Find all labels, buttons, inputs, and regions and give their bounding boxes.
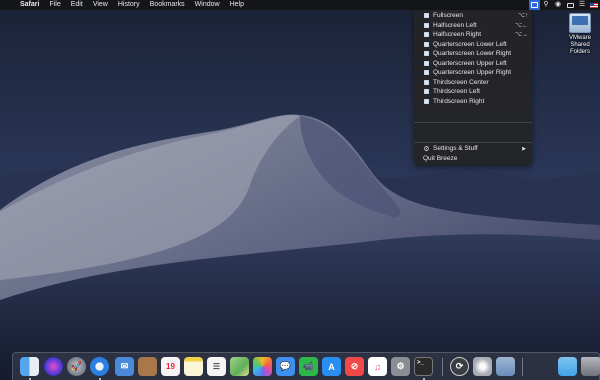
menu-item-label: Quarterscreen Upper Right (433, 69, 512, 77)
downloads-folder-icon[interactable] (558, 357, 577, 376)
menu-item-label: Thirdscreen Center (433, 78, 489, 86)
photos-icon[interactable] (253, 357, 272, 376)
siri-icon[interactable]: ◉ (552, 0, 564, 10)
menu-item-label: Quarterscreen Upper Left (433, 59, 507, 67)
contacts-icon[interactable] (138, 357, 157, 376)
menu-bar: Safari File Edit View History Bookmarks … (0, 0, 600, 10)
halfscreen-left-icon (424, 22, 429, 28)
desktop-icon-label-line2: Folders (569, 49, 590, 55)
news-icon[interactable]: ⊘ (345, 357, 364, 376)
menu-item-label: Quarterscreen Lower Right (433, 50, 512, 58)
search-icon[interactable]: ⚲ (540, 0, 552, 10)
menu-view[interactable]: View (88, 0, 113, 10)
menu-item-quarterscreen-lower-right[interactable]: Quarterscreen Lower Right (414, 49, 532, 59)
finder-icon[interactable] (20, 357, 39, 376)
terminal-icon[interactable]: >_ (414, 357, 433, 376)
breeze-dropdown-menu: Fullscreen ⌥↑ Halfscreen Left ⌥← Halfscr… (414, 10, 532, 165)
thirdscreen-right-icon (424, 98, 429, 104)
calendar-icon[interactable]: 19 (161, 357, 180, 376)
menu-item-label: Thirdscreen Left (433, 88, 480, 96)
menu-item-halfscreen-left[interactable]: Halfscreen Left ⌥← (414, 21, 532, 31)
menu-history[interactable]: History (113, 0, 145, 10)
breeze-icon[interactable] (529, 0, 540, 10)
quarterscreen-lower-right-icon (424, 51, 429, 57)
menu-item-fullscreen[interactable]: Fullscreen ⌥↑ (414, 11, 532, 21)
menu-help[interactable]: Help (225, 0, 249, 10)
fullscreen-layout-icon (424, 13, 429, 19)
notes-icon[interactable] (184, 357, 203, 376)
menu-item-quarterscreen-upper-right[interactable]: Quarterscreen Upper Right (414, 68, 532, 78)
notification-center-icon[interactable]: ☰ (576, 0, 588, 10)
submenu-arrow-icon: ▶ (522, 145, 526, 152)
menu-item-thirdscreen-left[interactable]: Thirdscreen Left (414, 87, 532, 97)
messages-icon[interactable]: 💬 (276, 357, 295, 376)
thirdscreen-left-icon (424, 89, 429, 95)
safari-icon[interactable] (90, 357, 109, 376)
desktop-icon-label-line1: VMware Shared (568, 35, 591, 48)
halfscreen-right-icon (424, 32, 429, 38)
gear-icon: ⚙ (423, 145, 430, 153)
menu-item-label: Settings & Stuff (433, 145, 478, 153)
menu-item-thirdscreen-center[interactable]: Thirdscreen Center (414, 78, 532, 88)
menu-item-label: Quarterscreen Lower Left (433, 40, 507, 48)
menu-item-halfscreen-right[interactable]: Halfscreen Right ⌥→ (414, 30, 532, 40)
menu-window[interactable]: Window (190, 0, 225, 10)
disk-utility-icon[interactable] (473, 357, 492, 376)
dock-separator (522, 358, 523, 376)
terminal-prompt: >_ (417, 360, 424, 366)
menu-item-shortcut: ⌥↑ (518, 13, 528, 20)
menu-edit[interactable]: Edit (66, 0, 88, 10)
calendar-day: 19 (166, 362, 175, 371)
menu-item-quit[interactable]: Quit Breeze (414, 154, 532, 164)
menu-bookmarks[interactable]: Bookmarks (145, 0, 190, 10)
menu-item-settings[interactable]: ⚙ Settings & Stuff ▶ (414, 144, 532, 154)
thirdscreen-center-icon (424, 79, 429, 85)
menu-separator (414, 142, 532, 143)
preview-icon[interactable] (496, 357, 515, 376)
menu-item-label: Thirdscreen Right (433, 97, 485, 105)
reminders-icon[interactable]: ☰ (207, 357, 226, 376)
launchpad-icon[interactable]: 🚀 (67, 357, 86, 376)
maps-icon[interactable] (230, 357, 249, 376)
facetime-icon[interactable]: 📹 (299, 357, 318, 376)
breeze-app-icon[interactable]: ⟳ (450, 357, 469, 376)
menu-item-label: Quit Breeze (423, 154, 458, 162)
dock: 🚀 ✉ 19 ☰ 💬 📹 A ⊘ ♫ ⚙ >_ ⟳ (12, 352, 600, 380)
menu-item-shortcut: ⌥→ (515, 32, 528, 39)
mail-icon[interactable]: ✉ (115, 357, 134, 376)
shared-folder-icon (569, 13, 591, 33)
desktop-icon-vmware-shared-folders[interactable]: VMware Shared Folders (560, 13, 600, 56)
dock-separator (442, 358, 443, 376)
trash-icon[interactable] (581, 357, 600, 376)
system-preferences-icon[interactable]: ⚙ (391, 357, 410, 376)
menu-item-quarterscreen-lower-left[interactable]: Quarterscreen Lower Left (414, 40, 532, 50)
menu-item-quarterscreen-upper-left[interactable]: Quarterscreen Upper Left (414, 59, 532, 69)
menu-item-thirdscreen-right[interactable]: Thirdscreen Right (414, 97, 532, 107)
flag-icon[interactable] (588, 0, 600, 10)
menu-app-name[interactable]: Safari (18, 0, 44, 10)
airplay-icon[interactable] (564, 0, 576, 10)
quarterscreen-upper-right-icon (424, 70, 429, 76)
app-store-icon[interactable]: A (322, 357, 341, 376)
menu-separator (414, 122, 532, 123)
menu-item-shortcut: ⌥← (515, 22, 528, 29)
quarterscreen-upper-left-icon (424, 60, 429, 66)
music-icon[interactable]: ♫ (368, 357, 387, 376)
quarterscreen-lower-left-icon (424, 41, 429, 47)
status-menus: ⚲ ◉ ☰ (529, 0, 600, 10)
siri-icon[interactable] (44, 357, 63, 376)
menu-file[interactable]: File (44, 0, 65, 10)
